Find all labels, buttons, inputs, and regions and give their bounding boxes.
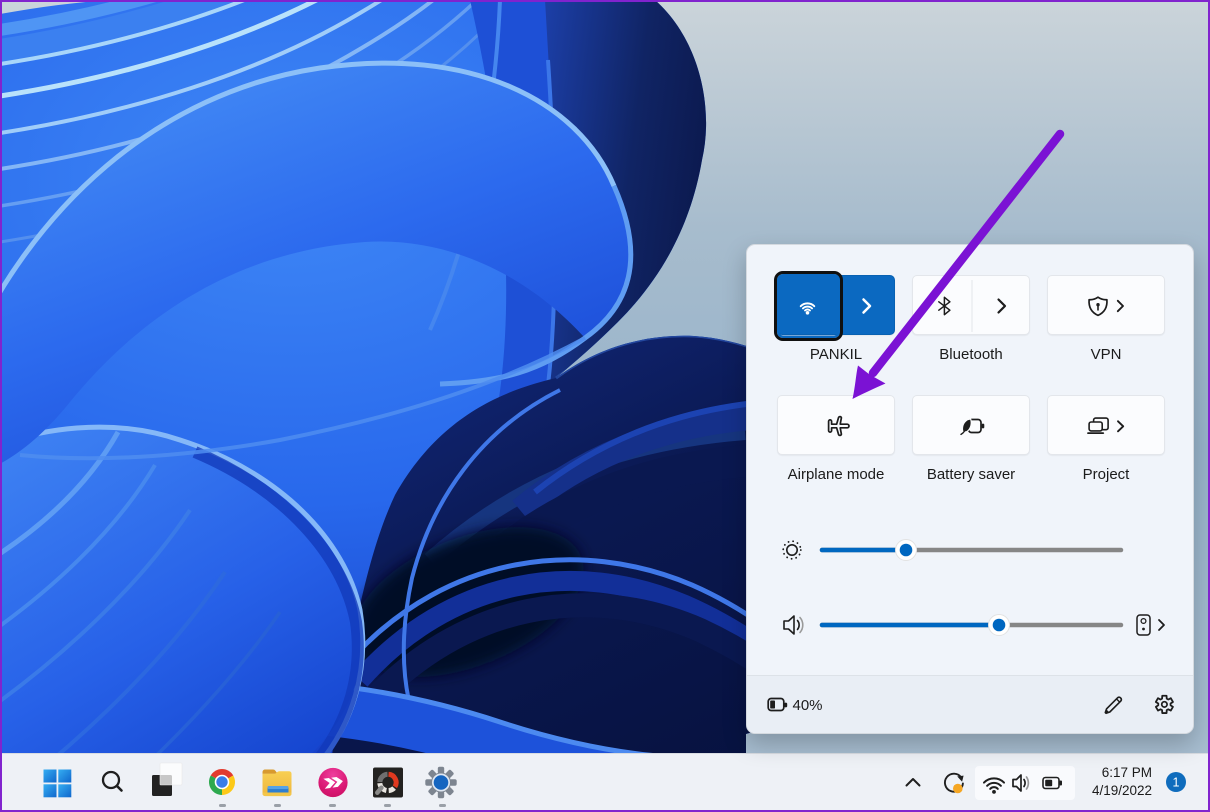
svg-text:1: 1: [1173, 776, 1180, 790]
svg-text:6:17 PM: 6:17 PM: [1102, 765, 1152, 780]
svg-text:4/19/2022: 4/19/2022: [1092, 783, 1152, 798]
